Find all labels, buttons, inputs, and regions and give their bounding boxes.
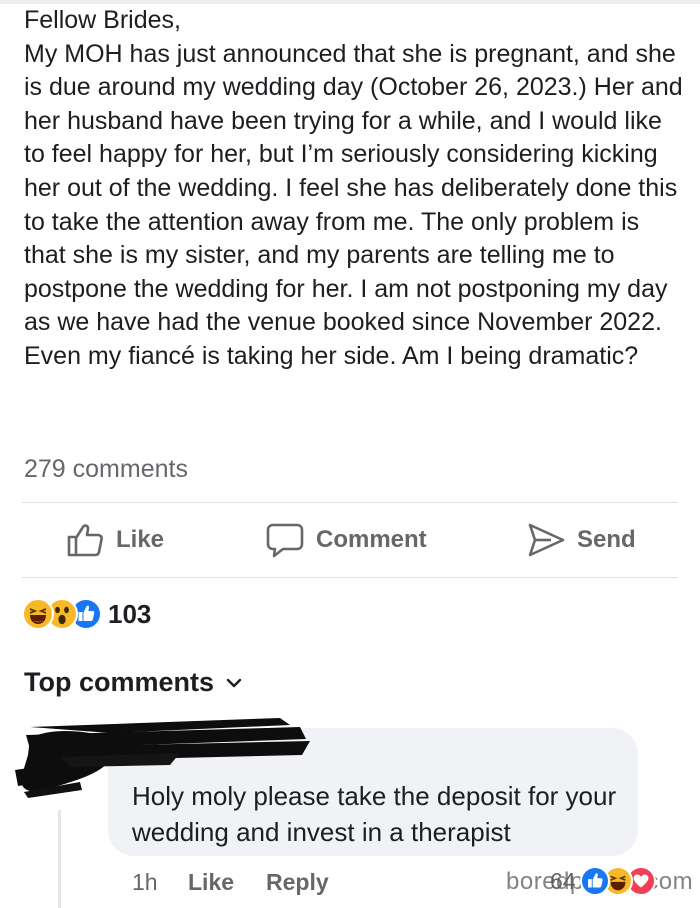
reaction-count: 103 <box>108 598 152 629</box>
send-label: Send <box>577 526 636 553</box>
like-button[interactable]: Like <box>66 521 164 559</box>
post-message: My MOH has just announced that she is pr… <box>24 39 683 370</box>
like-icon <box>579 866 610 896</box>
haha-icon <box>22 598 54 630</box>
divider <box>22 502 678 503</box>
comment-button[interactable]: Comment <box>266 521 427 559</box>
send-button[interactable]: Send <box>527 521 636 559</box>
thumbs-up-icon <box>67 524 103 557</box>
comments-count-link[interactable]: 279 comments <box>24 455 188 484</box>
post-reactions[interactable]: 103 <box>22 596 151 632</box>
comment-like-button[interactable]: Like <box>188 869 234 896</box>
send-arrow-icon <box>528 523 565 557</box>
speech-bubble-icon <box>266 523 304 558</box>
comment-label: Comment <box>316 526 427 553</box>
comment-reply-button[interactable]: Reply <box>266 869 329 896</box>
top-comments-label: Top comments <box>24 667 215 697</box>
chevron-down-icon <box>226 678 242 687</box>
post-body: Fellow Brides, My MOH has just announced… <box>24 4 684 374</box>
comment-timestamp[interactable]: 1h <box>132 869 158 896</box>
comment-text: Holy moly please take the deposit for yo… <box>132 781 617 847</box>
redacted-name <box>26 718 310 767</box>
post-greeting: Fellow Brides, <box>24 6 181 34</box>
top-comments-filter[interactable]: Top comments <box>24 667 242 698</box>
divider <box>22 577 678 578</box>
reply-thread-line <box>58 810 61 908</box>
like-label: Like <box>116 526 165 553</box>
